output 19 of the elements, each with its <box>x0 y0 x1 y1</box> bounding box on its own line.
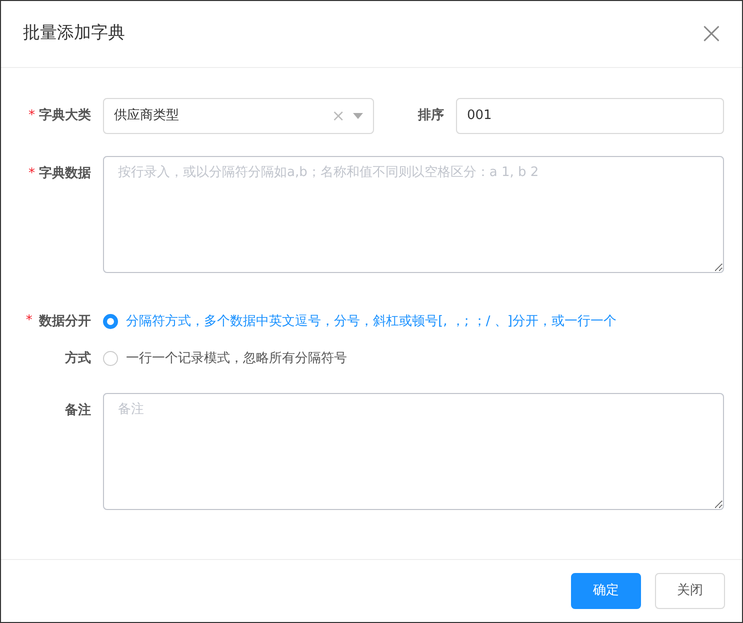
caret-down-icon[interactable] <box>353 113 363 119</box>
close-button[interactable]: × <box>698 19 724 49</box>
required-mark: * <box>28 107 35 125</box>
required-mark: * <box>26 312 32 330</box>
field-label: 字典大类 <box>39 106 91 125</box>
sort-input[interactable]: 001 <box>456 98 724 134</box>
radio-button[interactable] <box>103 351 118 366</box>
field-label: 备注 <box>65 402 91 420</box>
close-dialog-button[interactable]: 关闭 <box>655 573 725 609</box>
dialog-title: 批量添加字典 <box>23 22 125 46</box>
text-area[interactable]: 按行录入，或以分隔符分隔如a,b；名称和值不同则以空格区分：a 1, b 2 <box>103 156 724 273</box>
field-label: 字典数据 <box>39 164 91 183</box>
option-label[interactable]: 一行一个记录模式，忽略所有分隔符号 <box>126 348 347 368</box>
select-field[interactable]: 供应商类型 × <box>103 98 374 134</box>
radio-button[interactable] <box>103 314 118 329</box>
field-label: 排序 <box>418 106 444 125</box>
text-area[interactable]: 备注 <box>103 393 724 510</box>
required-mark: * <box>28 165 35 183</box>
field-label: 数据分开方式 <box>38 313 91 368</box>
